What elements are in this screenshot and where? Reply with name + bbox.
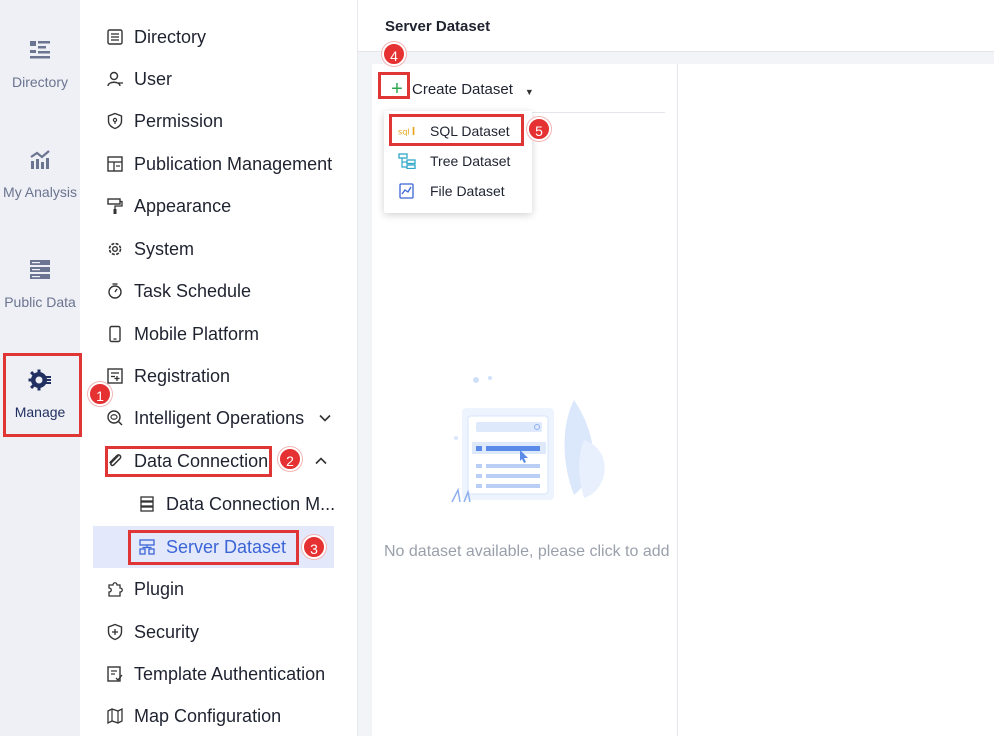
rail-item-public-data[interactable]: Public Data — [0, 258, 80, 310]
nav-item-label: Permission — [134, 110, 224, 131]
gear-icon — [108, 242, 122, 256]
nav-item-publication-management[interactable]: Publication Management — [106, 151, 332, 177]
layout-icon — [107, 156, 123, 172]
list-icon — [30, 41, 50, 59]
nav-item-security[interactable]: Security — [106, 619, 199, 645]
nav-item-directory[interactable]: Directory — [106, 24, 206, 50]
rail-item-directory[interactable]: Directory — [0, 38, 80, 90]
nav-item-user[interactable]: User — [106, 66, 172, 92]
stopwatch-icon — [108, 283, 122, 299]
user-icon — [107, 71, 123, 87]
file-dataset-icon — [399, 183, 414, 199]
operations-icon — [107, 410, 123, 426]
empty-state-illustration — [451, 376, 605, 503]
annotation-badge: 2 — [278, 447, 302, 471]
nav-item-map-configuration[interactable]: Map Configuration — [106, 703, 281, 729]
list-icon — [107, 29, 123, 45]
dataset-tree-icon — [139, 539, 155, 555]
nav-item-label: Publication Management — [134, 153, 333, 174]
menu-item-sql-dataset[interactable]: sql SQL Dataset — [398, 120, 510, 142]
analysis-chart-icon — [30, 150, 50, 169]
nav-item-registration[interactable]: Registration — [106, 363, 230, 389]
nav-item-server-dataset[interactable]: Server Dataset — [138, 534, 286, 560]
registration-icon — [107, 368, 123, 384]
menu-item-tree-dataset[interactable]: Tree Dataset — [398, 150, 510, 172]
tree-dataset-icon — [398, 153, 416, 169]
sql-icon: sql — [398, 126, 415, 136]
nav-item-label: Appearance — [134, 195, 232, 216]
nav-item-data-connection-management[interactable]: Data Connection M... — [138, 491, 335, 517]
nav-item-plugin[interactable]: Plugin — [106, 576, 184, 602]
nav-item-label: Server Dataset — [166, 536, 287, 557]
nav-item-permission[interactable]: Permission — [106, 108, 223, 134]
nav-item-label: Directory — [134, 26, 207, 47]
main-area: Server Dataset + Create Dataset ▼ sql SQ… — [358, 0, 994, 736]
gear-manage-icon — [28, 369, 51, 391]
paperclip-icon — [109, 454, 122, 467]
nav-item-label: Map Configuration — [134, 705, 282, 726]
pane-gutter-left — [358, 52, 372, 736]
server-icon — [140, 496, 154, 512]
nav-item-label: Registration — [134, 365, 231, 386]
nav-item-label: Template Authentication — [134, 663, 326, 684]
nav-item-system[interactable]: System — [106, 236, 194, 262]
menu-item-label: Tree Dataset — [430, 153, 511, 169]
nav-item-label: Mobile Platform — [134, 323, 260, 344]
nav-item-intelligent-operations[interactable]: Intelligent Operations — [106, 405, 332, 431]
svg-text:sql: sql — [398, 126, 410, 136]
nav-item-appearance[interactable]: Appearance — [106, 193, 231, 219]
nav-item-label: Task Schedule — [134, 280, 252, 301]
template-auth-icon — [107, 666, 123, 682]
puzzle-icon — [108, 582, 123, 597]
rail-item-manage[interactable]: Manage — [0, 368, 80, 420]
nav-item-template-authentication[interactable]: Template Authentication — [106, 661, 325, 687]
caret-down-icon[interactable]: ▼ — [525, 87, 534, 97]
security-shield-icon — [107, 623, 123, 641]
left-rail: Directory My Analysis Public Data Manage — [0, 0, 80, 736]
annotation-badge: 1 — [88, 382, 112, 406]
empty-state-text: No dataset available, please click to ad… — [384, 543, 670, 560]
nav-item-mobile-platform[interactable]: Mobile Platform — [106, 321, 259, 347]
plus-icon: + — [391, 78, 403, 100]
annotation-badge: 3 — [302, 535, 326, 559]
rail-item-my-analysis[interactable]: My Analysis — [0, 148, 80, 200]
nav-item-label: Data Connection — [134, 450, 269, 471]
map-icon — [107, 707, 123, 725]
annotation-badge: 5 — [527, 117, 551, 141]
menu-item-file-dataset[interactable]: File Dataset — [398, 180, 505, 202]
nav-item-label: Security — [134, 621, 200, 642]
rail-item-label: Manage — [14, 404, 66, 420]
rail-item-label: Directory — [11, 74, 68, 90]
nav-panel: Directory User Permission Publication Ma… — [80, 0, 365, 736]
nav-item-label: Plugin — [134, 578, 185, 599]
create-dataset-button[interactable]: + Create Dataset ▼ — [386, 78, 534, 100]
rail-item-label: My Analysis — [3, 184, 77, 200]
pane-gutter-top — [358, 52, 994, 64]
menu-item-label: File Dataset — [430, 183, 505, 199]
database-icon — [30, 260, 50, 279]
shield-icon — [107, 112, 123, 130]
nav-item-label: System — [134, 238, 195, 259]
annotation-badge: 4 — [382, 42, 406, 66]
rail-item-label: Public Data — [4, 294, 76, 310]
chevron-down-icon[interactable] — [318, 411, 332, 425]
nav-item-label: Intelligent Operations — [134, 407, 305, 428]
mobile-icon — [109, 325, 121, 343]
create-dataset-label: Create Dataset — [412, 80, 513, 98]
paint-roller-icon — [107, 198, 123, 214]
menu-item-label: SQL Dataset — [430, 123, 510, 139]
nav-item-task-schedule[interactable]: Task Schedule — [106, 278, 251, 304]
chevron-up-icon[interactable] — [314, 454, 328, 468]
nav-item-label: Data Connection M... — [166, 493, 336, 514]
nav-item-label: User — [134, 68, 173, 89]
page-title: Server Dataset — [385, 18, 491, 35]
create-dataset-dropdown: sql SQL Dataset Tree Dataset File Datase… — [384, 111, 532, 213]
main-header: Server Dataset — [358, 0, 994, 52]
